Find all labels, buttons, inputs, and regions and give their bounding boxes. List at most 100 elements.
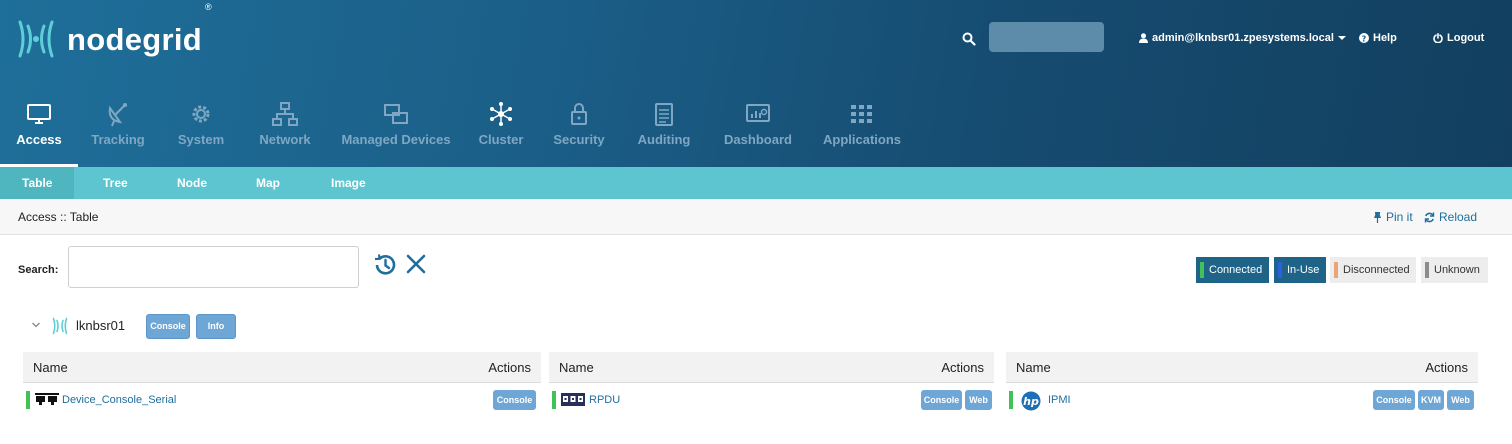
nav-managed-devices[interactable]: Managed Devices [341, 95, 451, 167]
pdu-icon [561, 393, 585, 406]
nav-tracking[interactable]: Tracking [88, 95, 148, 167]
connected-status-swatch [1200, 262, 1204, 278]
legend-connected-label: Connected [1209, 264, 1263, 276]
column-name[interactable]: Name [1016, 360, 1051, 375]
console-button[interactable]: Console [1373, 390, 1415, 410]
gear-icon [192, 105, 210, 123]
table-header: Name Actions [1006, 352, 1478, 383]
nav-network-label: Network [259, 132, 311, 147]
hp-logo-icon: hp [1021, 391, 1041, 411]
svg-text:?: ? [1362, 34, 1367, 43]
nav-system-label: System [177, 132, 225, 147]
dashboard-icon [746, 104, 770, 122]
nodegrid-logo[interactable]: nodegrid [16, 18, 202, 60]
nav-applications[interactable]: Applications [823, 95, 902, 167]
brand-registered-mark: ® [205, 2, 212, 12]
nav-cluster-label: Cluster [478, 132, 524, 147]
nodegrid-logo-icon [18, 20, 54, 58]
tab-tree[interactable]: Tree [103, 167, 128, 199]
node-name[interactable]: lknbsr01 [76, 318, 125, 333]
pin-icon [1374, 211, 1381, 223]
reload-icon [1424, 212, 1435, 222]
user-menu[interactable]: admin@lknbsr01.zpesystems.local [1139, 32, 1346, 44]
legend-disconnected[interactable]: Disconnected [1330, 257, 1416, 283]
logout-label: Logout [1447, 32, 1485, 44]
global-search-input[interactable] [989, 22, 1104, 52]
user-name: admin@lknbsr01.zpesystems.local [1152, 32, 1334, 44]
nav-applications-label: Applications [823, 132, 902, 147]
search-input[interactable] [68, 246, 359, 288]
legend-connected[interactable]: Connected [1196, 257, 1269, 283]
device-link[interactable]: Device_Console_Serial [62, 394, 176, 406]
web-button[interactable]: Web [965, 390, 992, 410]
connected-status-indicator [1009, 391, 1013, 409]
pin-it-link[interactable]: Pin it [1373, 210, 1413, 224]
node-info-button[interactable]: Info [196, 314, 236, 339]
satellite-dish-icon [108, 103, 127, 127]
power-icon [1433, 33, 1443, 43]
legend-unknown-label: Unknown [1434, 264, 1480, 276]
device-link[interactable]: RPDU [589, 394, 620, 406]
device-table-3: Name Actions hp IPMI Console KVM Web [1006, 352, 1478, 416]
nav-security-label: Security [553, 132, 605, 147]
header: nodegrid ® admin@lknbsr01.zpesystems.loc… [0, 0, 1512, 167]
node-console-button[interactable]: Console [146, 314, 190, 339]
serial-port-icon [35, 393, 59, 405]
logout-link[interactable]: Logout [1433, 32, 1484, 44]
nav-security[interactable]: Security [553, 95, 605, 167]
lock-icon [571, 103, 587, 125]
device-link[interactable]: IPMI [1048, 394, 1071, 406]
table-header: Name Actions [23, 352, 541, 383]
column-actions: Actions [941, 360, 984, 375]
console-button[interactable]: Console [921, 390, 962, 410]
tab-table[interactable]: Table [0, 167, 75, 199]
reload-link[interactable]: Reload [1424, 210, 1477, 224]
nav-access-label: Access [16, 132, 62, 147]
column-name[interactable]: Name [33, 360, 68, 375]
tab-node[interactable]: Node [177, 167, 207, 199]
column-actions: Actions [1425, 360, 1468, 375]
in-use-status-swatch [1278, 262, 1282, 278]
nav-auditing-label: Auditing [637, 132, 691, 147]
console-button[interactable]: Console [493, 390, 536, 410]
history-icon[interactable] [372, 252, 398, 278]
legend-unknown[interactable]: Unknown [1421, 257, 1488, 283]
nav-dashboard[interactable]: Dashboard [724, 95, 792, 167]
table-header: Name Actions [549, 352, 994, 383]
column-name[interactable]: Name [559, 360, 594, 375]
chevron-down-icon[interactable] [31, 320, 41, 330]
device-table-1: Name Actions Device_Console_Serial Conso… [23, 352, 541, 416]
breadcrumb: Access :: Table [18, 210, 99, 224]
column-actions: Actions [488, 360, 531, 375]
nav-managed-devices-label: Managed Devices [341, 132, 451, 147]
help-icon: ? [1359, 33, 1369, 43]
nav-auditing[interactable]: Auditing [638, 95, 690, 167]
nodegrid-node-icon [52, 317, 68, 335]
nav-system[interactable]: System [176, 95, 226, 167]
nav-cluster[interactable]: Cluster [478, 95, 524, 167]
close-icon[interactable] [405, 253, 427, 275]
kvm-button[interactable]: KVM [1418, 390, 1444, 410]
nav-access[interactable]: Access [0, 95, 78, 167]
user-icon [1139, 33, 1148, 43]
help-link[interactable]: ? Help [1359, 32, 1397, 44]
breadcrumb-bar: Access :: Table Pin it Reload [0, 199, 1512, 235]
monitor-icon [27, 104, 51, 124]
brand-name: nodegrid [67, 21, 202, 57]
nav-dashboard-label: Dashboard [724, 132, 792, 147]
tab-map[interactable]: Map [256, 167, 280, 199]
chevron-down-icon [1337, 36, 1346, 40]
nav-network[interactable]: Network [257, 95, 313, 167]
legend-disconnected-label: Disconnected [1343, 264, 1410, 276]
legend-in-use[interactable]: In-Use [1274, 257, 1326, 283]
tab-image[interactable]: Image [331, 167, 366, 199]
disconnected-status-swatch [1334, 262, 1338, 278]
connected-status-indicator [552, 391, 556, 409]
search-icon[interactable] [962, 32, 976, 46]
sub-nav: Table Tree Node Map Image [0, 167, 1512, 199]
web-button[interactable]: Web [1447, 390, 1474, 410]
help-label: Help [1373, 32, 1397, 44]
legend-in-use-label: In-Use [1287, 264, 1320, 276]
svg-text:hp: hp [1023, 395, 1039, 408]
device-table-2: Name Actions RPDU Console Web [549, 352, 994, 416]
